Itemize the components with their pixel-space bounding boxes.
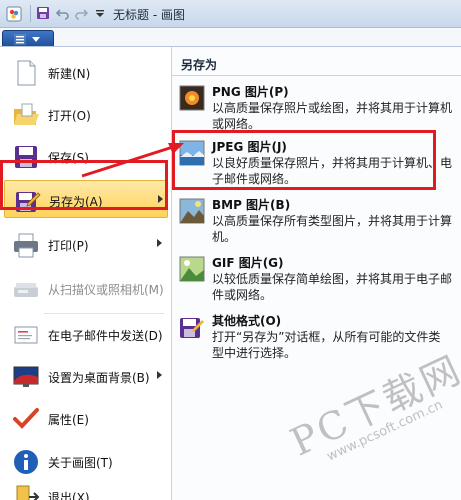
title-bar: 无标题 - 画图 bbox=[0, 0, 461, 28]
info-icon bbox=[14, 450, 38, 474]
scanner-icon bbox=[14, 283, 38, 297]
menu-divider bbox=[44, 313, 164, 314]
menu-item-label: 新建(N) bbox=[48, 67, 91, 81]
menu-item-send-email[interactable]: 在电子邮件中发送(D) bbox=[4, 315, 168, 353]
png-image-icon bbox=[179, 85, 205, 111]
option-description: 以高质量保存照片或绘图，并将其用于计算机或网络。 bbox=[212, 101, 453, 131]
submenu-title-divider bbox=[172, 75, 461, 76]
undo-icon[interactable] bbox=[56, 6, 70, 20]
toolbar-separator bbox=[30, 5, 31, 22]
menu-item-new[interactable]: 新建(N) bbox=[4, 53, 168, 91]
save-icon[interactable] bbox=[36, 6, 50, 20]
bmp-image-icon bbox=[179, 198, 205, 224]
menu-item-label: 设置为桌面背景(B) bbox=[48, 371, 150, 385]
menu-item-label: 在电子邮件中发送(D) bbox=[48, 329, 163, 343]
chevron-down-icon bbox=[32, 37, 40, 42]
customize-toolbar-icon[interactable] bbox=[93, 6, 107, 20]
window-title: 无标题 - 画图 bbox=[113, 8, 185, 22]
email-icon bbox=[14, 326, 38, 344]
menu-item-label: 打开(O) bbox=[48, 109, 91, 123]
save-as-bmp-option[interactable]: BMP 图片(B) 以高质量保存所有类型图片，并将其用于计算机。 bbox=[174, 193, 456, 249]
submenu-title: 另存为 bbox=[181, 58, 218, 72]
menu-item-set-desktop-background[interactable]: 设置为桌面背景(B) bbox=[4, 357, 168, 395]
menu-item-label: 从扫描仪或照相机(M) bbox=[48, 283, 164, 297]
save-as-png-option[interactable]: PNG 图片(P) 以高质量保存照片或绘图，并将其用于计算机或网络。 bbox=[174, 80, 456, 136]
menu-item-exit[interactable]: 退出(X) bbox=[4, 477, 168, 500]
exit-icon bbox=[16, 485, 40, 500]
other-formats-icon bbox=[180, 318, 204, 338]
jpeg-highlight-box bbox=[172, 130, 436, 190]
printer-icon bbox=[14, 233, 38, 258]
menu-lines-icon bbox=[14, 34, 26, 45]
submenu-arrow-icon bbox=[157, 239, 162, 247]
menu-commands-pane: 新建(N) 打开(O) 保存(S) 另存为(A) 打印(P) 从扫描仪或照相机(… bbox=[0, 47, 172, 500]
option-title: PNG 图片(P) bbox=[212, 85, 289, 99]
menu-item-print[interactable]: 打印(P) bbox=[4, 225, 168, 263]
option-title: BMP 图片(B) bbox=[212, 198, 291, 212]
submenu-arrow-icon bbox=[157, 371, 162, 379]
paint-app-icon[interactable] bbox=[6, 6, 22, 22]
menu-item-properties[interactable]: 属性(E) bbox=[4, 399, 168, 437]
option-description: 以高质量保存所有类型图片，并将其用于计算机。 bbox=[212, 214, 453, 244]
menu-item-label: 关于画图(T) bbox=[48, 456, 113, 470]
checkmark-icon bbox=[13, 408, 39, 429]
menu-item-label: 打印(P) bbox=[48, 239, 89, 253]
menu-item-about[interactable]: 关于画图(T) bbox=[4, 442, 168, 480]
menu-item-label: 退出(X) bbox=[48, 491, 90, 500]
annotation-arrow-icon bbox=[81, 143, 184, 178]
option-description: 以较低质量保存简单绘图，并将其用于电子邮件或网络。 bbox=[212, 272, 453, 302]
redo-icon[interactable] bbox=[74, 6, 88, 20]
save-as-gif-option[interactable]: GIF 图片(G) 以较低质量保存简单绘图，并将其用于电子邮件或网络。 bbox=[174, 251, 456, 307]
menu-item-label: 属性(E) bbox=[48, 413, 89, 427]
menu-item-scanner: 从扫描仪或照相机(M) bbox=[4, 269, 168, 307]
new-file-icon bbox=[17, 60, 36, 86]
option-title: GIF 图片(G) bbox=[212, 256, 284, 270]
option-title: 其他格式(O) bbox=[212, 314, 282, 328]
open-folder-icon bbox=[14, 103, 39, 125]
menu-item-open[interactable]: 打开(O) bbox=[4, 95, 168, 133]
desktop-background-icon bbox=[13, 366, 39, 387]
gif-image-icon bbox=[179, 256, 205, 282]
